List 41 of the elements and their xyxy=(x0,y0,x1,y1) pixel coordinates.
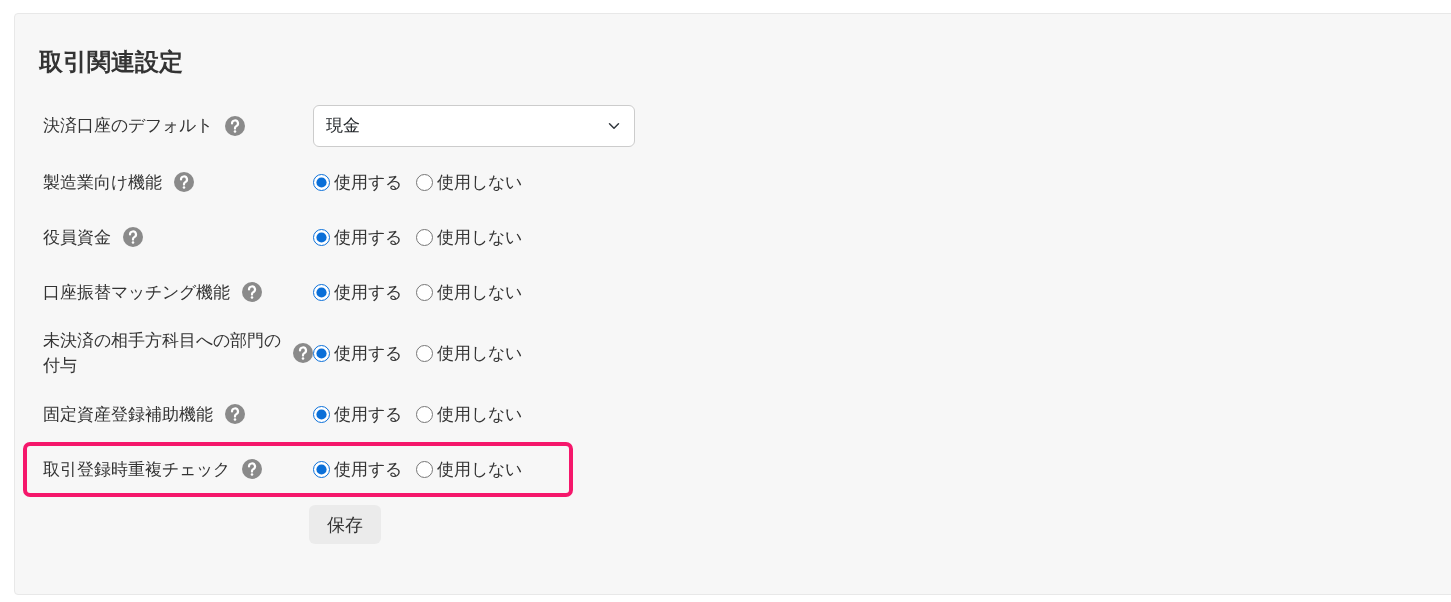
option-label[interactable]: 使用する xyxy=(334,340,402,367)
section-title: 取引関連設定 xyxy=(39,48,184,77)
option-label[interactable]: 使用しない xyxy=(437,340,522,367)
option-label[interactable]: 使用する xyxy=(334,279,402,306)
setting-label: 決済口座のデフォルト xyxy=(43,114,213,138)
setting-label: 口座振替マッチング機能 xyxy=(43,280,230,304)
radio-button[interactable] xyxy=(416,283,433,301)
radio-button[interactable] xyxy=(313,228,330,246)
help-icon[interactable] xyxy=(225,115,245,136)
option-label[interactable]: 使用しない xyxy=(437,279,522,306)
radio-button[interactable] xyxy=(416,228,433,246)
radio-button[interactable] xyxy=(313,405,330,423)
help-icon[interactable] xyxy=(225,404,245,425)
help-icon[interactable] xyxy=(174,172,194,193)
radio-button[interactable] xyxy=(416,460,433,478)
setting-label: 製造業向け機能 xyxy=(43,170,162,194)
save-button[interactable]: 保存 xyxy=(309,504,381,544)
option-label[interactable]: 使用しない xyxy=(437,169,522,196)
help-icon[interactable] xyxy=(242,282,262,303)
option-label[interactable]: 使用する xyxy=(334,169,402,196)
radio-button[interactable] xyxy=(313,460,330,478)
setting-label: 取引登録時重複チェック xyxy=(43,457,230,481)
radio-button[interactable] xyxy=(416,405,433,423)
help-icon[interactable] xyxy=(293,343,313,364)
setting-label: 固定資産登録補助機能 xyxy=(43,402,213,426)
option-label[interactable]: 使用しない xyxy=(437,224,522,251)
option-label[interactable]: 使用しない xyxy=(437,456,522,483)
option-label[interactable]: 使用する xyxy=(334,224,402,251)
radio-button[interactable] xyxy=(313,283,330,301)
radio-button[interactable] xyxy=(416,173,433,191)
radio-button[interactable] xyxy=(313,173,330,191)
help-icon[interactable] xyxy=(123,227,143,248)
setting-label: 役員資金 xyxy=(43,225,111,249)
radio-button[interactable] xyxy=(313,344,330,362)
help-icon[interactable] xyxy=(242,459,262,480)
option-label[interactable]: 使用する xyxy=(334,401,402,428)
option-label[interactable]: 使用する xyxy=(334,456,402,483)
account-dropdown[interactable]: 現金 xyxy=(313,104,635,147)
option-label[interactable]: 使用しない xyxy=(437,401,522,428)
setting-label: 未決済の相手方科目への部門の付与 xyxy=(43,328,281,378)
radio-button[interactable] xyxy=(416,344,433,362)
